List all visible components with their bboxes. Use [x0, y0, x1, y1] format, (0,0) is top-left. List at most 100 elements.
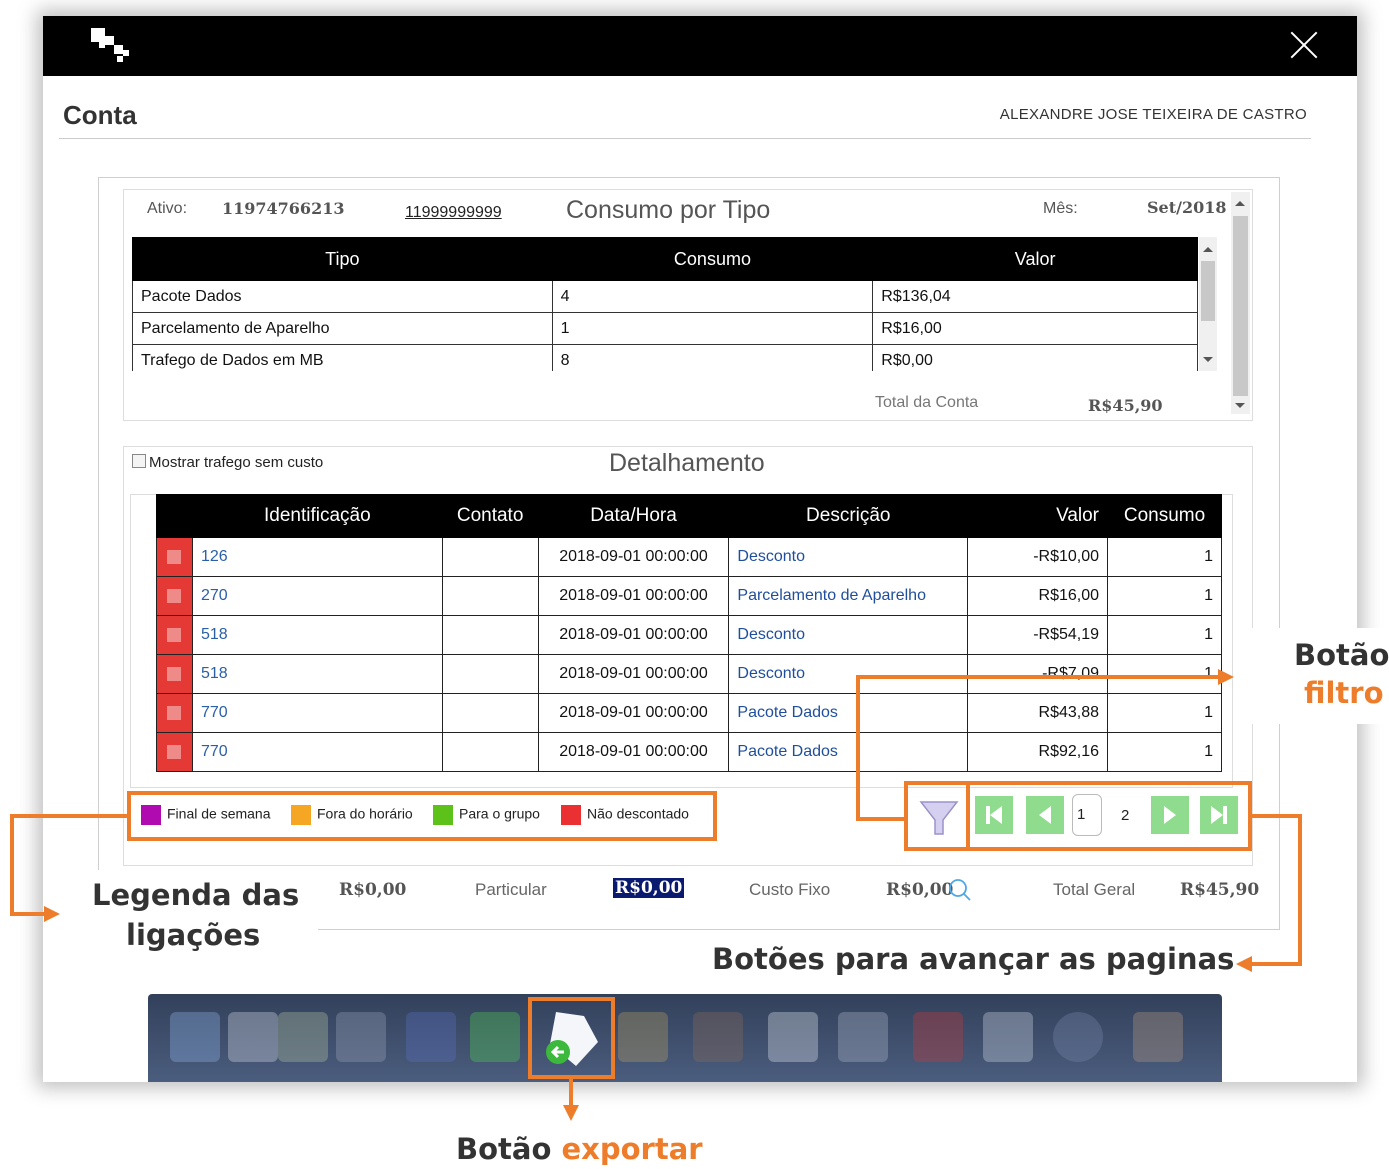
type-table-scroll-thumb[interactable] [1201, 261, 1215, 321]
table-row[interactable]: Trafego de Dados em MB 8 R$0,00 [132, 344, 1198, 371]
summary-scrollbar[interactable] [1231, 192, 1250, 414]
import-icon[interactable] [983, 1012, 1033, 1062]
cell-descricao[interactable]: Pacote Dados [728, 732, 969, 772]
cell-consumo: 1 [1107, 576, 1222, 616]
ativo-value: 11974766213 [222, 199, 345, 218]
cell-identificacao[interactable]: 518 [191, 615, 443, 655]
recycle-icon[interactable] [278, 1012, 328, 1062]
cell-identificacao[interactable]: 126 [191, 537, 443, 577]
folder-icon[interactable] [618, 1012, 668, 1062]
alarm-icon[interactable] [913, 1012, 963, 1062]
table-row[interactable]: 770 2018-09-01 00:00:00 Pacote Dados R$9… [156, 732, 1222, 772]
cell-identificacao[interactable]: 270 [191, 576, 443, 616]
table-row[interactable]: 270 2018-09-01 00:00:00 Parcelamento de … [156, 576, 1222, 616]
filter-annotation-line1: Botão [1294, 638, 1389, 672]
cell-descricao[interactable]: Parcelamento de Aparelho [728, 576, 969, 616]
column-header-tipo[interactable]: Tipo [132, 237, 553, 281]
cell-consumo: 1 [1107, 537, 1222, 577]
column-header-valor[interactable]: Valor [967, 494, 1109, 538]
callout-line [1248, 814, 1302, 818]
cell-consumo: 8 [551, 344, 874, 371]
cell-descricao[interactable]: Desconto [728, 537, 969, 577]
pencil-icon[interactable] [170, 1012, 220, 1062]
table-row[interactable]: 518 2018-09-01 00:00:00 Desconto -R$54,1… [156, 615, 1222, 655]
cell-tipo: Parcelamento de Aparelho [132, 312, 553, 345]
pdf-icon[interactable] [406, 1012, 456, 1062]
export-annotation: Botão exportar [456, 1132, 703, 1166]
column-header-identificacao[interactable]: Identificação [191, 494, 443, 538]
document-icon[interactable] [768, 1012, 818, 1062]
legend-annotation-line2: ligações [126, 918, 261, 952]
page-title: Conta [63, 100, 137, 130]
table-row[interactable]: 518 2018-09-01 00:00:00 Desconto -R$7,09… [156, 654, 1222, 694]
status-marker [156, 537, 193, 577]
callout-line [10, 814, 14, 916]
cell-data-hora: 2018-09-01 00:00:00 [537, 576, 730, 616]
app-taskbar [148, 994, 1222, 1082]
scroll-up-icon[interactable] [1235, 201, 1245, 206]
callout-arrow [563, 1105, 579, 1121]
column-header-consumo[interactable]: Consumo [551, 237, 874, 281]
cell-consumo: 1 [551, 312, 874, 345]
settings-icon[interactable] [336, 1012, 386, 1062]
cell-consumo: 1 [1107, 732, 1222, 772]
logo-icon [91, 28, 131, 64]
table-row[interactable]: Pacote Dados 4 R$136,04 [132, 280, 1198, 313]
callout-line [856, 675, 860, 821]
particular-label: Particular [475, 880, 547, 899]
search-icon[interactable] [947, 877, 973, 903]
cell-identificacao[interactable]: 770 [191, 732, 443, 772]
consumo-por-tipo-heading: Consumo por Tipo [566, 196, 771, 224]
filter-annotation-line2: filtro [1304, 676, 1384, 710]
column-header-valor[interactable]: Valor [872, 237, 1198, 281]
table-row[interactable]: 770 2018-09-01 00:00:00 Pacote Dados R$4… [156, 693, 1222, 733]
type-table-scrollbar[interactable] [1199, 237, 1217, 371]
cell-identificacao[interactable]: 518 [191, 654, 443, 694]
cell-data-hora: 2018-09-01 00:00:00 [537, 693, 730, 733]
callout-line [569, 1079, 573, 1107]
cell-descricao[interactable]: Desconto [728, 654, 969, 694]
calculator-icon[interactable] [1133, 1012, 1183, 1062]
total-geral-label: Total Geral [1053, 880, 1136, 899]
column-header-consumo[interactable]: Consumo [1107, 494, 1222, 538]
summary-scroll-thumb[interactable] [1233, 216, 1248, 396]
cell-valor: R$0,00 [872, 344, 1198, 371]
callout-arrow [1218, 669, 1234, 685]
cell-contato [441, 615, 539, 655]
column-header-data-hora[interactable]: Data/Hora [537, 494, 730, 538]
table-row[interactable]: 126 2018-09-01 00:00:00 Desconto -R$10,0… [156, 537, 1222, 577]
table-row[interactable]: Parcelamento de Aparelho 1 R$16,00 [132, 312, 1198, 345]
status-marker [156, 615, 193, 655]
mes-value: Set/2018 [1147, 198, 1227, 217]
export-annotation-highlight: exportar [561, 1132, 703, 1166]
callout-line [1298, 814, 1302, 966]
add-icon[interactable] [470, 1012, 520, 1062]
callout-line [10, 912, 46, 916]
printer-icon[interactable] [228, 1012, 278, 1062]
cell-valor: R$92,16 [967, 732, 1109, 772]
mail-icon[interactable] [838, 1012, 888, 1062]
cell-identificacao[interactable]: 770 [191, 693, 443, 733]
cell-valor: -R$7,09 [967, 654, 1109, 694]
scroll-down-icon[interactable] [1235, 403, 1245, 408]
play-icon[interactable] [1053, 1012, 1103, 1062]
detalhamento-heading: Detalhamento [609, 449, 765, 477]
cell-valor: -R$54,19 [967, 615, 1109, 655]
show-traffic-checkbox[interactable]: Mostrar trafego sem custo [132, 454, 323, 471]
cell-data-hora: 2018-09-01 00:00:00 [537, 615, 730, 655]
cell-contato [441, 576, 539, 616]
column-header-contato[interactable]: Contato [441, 494, 539, 538]
box-icon[interactable] [693, 1012, 743, 1062]
column-header-descricao[interactable]: Descrição [728, 494, 969, 538]
status-marker [156, 654, 193, 694]
export-annotation-prefix: Botão [456, 1132, 552, 1166]
close-icon[interactable] [1289, 30, 1319, 60]
scroll-up-icon[interactable] [1203, 247, 1213, 252]
cell-descricao[interactable]: Desconto [728, 615, 969, 655]
consumption-type-table: Tipo Consumo Valor Pacote Dados 4 R$136,… [132, 237, 1198, 371]
cell-consumo: 1 [1107, 654, 1222, 694]
cell-descricao[interactable]: Pacote Dados [728, 693, 969, 733]
checkbox-box[interactable] [132, 454, 146, 468]
phone-link[interactable]: 11999999999 [405, 204, 502, 222]
scroll-down-icon[interactable] [1203, 357, 1213, 362]
